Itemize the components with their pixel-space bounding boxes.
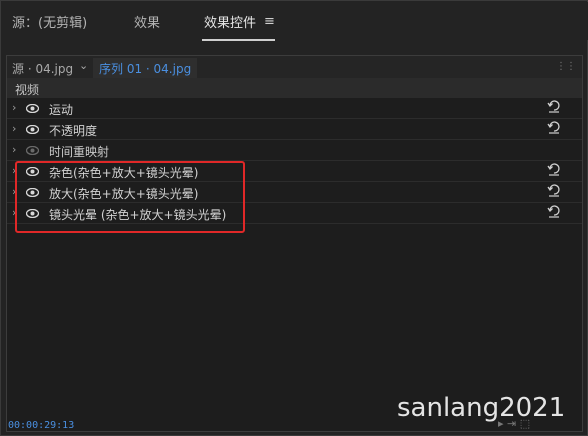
active-tab-indicator: [202, 39, 275, 41]
eye-icon[interactable]: [26, 104, 39, 113]
tab-source[interactable]: 源：(无剪辑): [12, 12, 87, 31]
reset-icon[interactable]: [547, 120, 561, 134]
panel-footer-icons[interactable]: ▸ ⇥ ⬚: [498, 417, 530, 430]
panel-grip-icon[interactable]: ⋮⋮: [556, 61, 576, 72]
video-section-label: 视频: [15, 83, 40, 97]
reset-icon[interactable]: [547, 99, 561, 113]
effect-name: 不透明度: [49, 124, 98, 138]
eye-icon[interactable]: [26, 125, 39, 134]
tab-effect-controls[interactable]: 效果控件: [204, 12, 256, 31]
expand-arrow-icon[interactable]: ›: [12, 143, 16, 156]
effect-name: 运动: [49, 103, 74, 117]
source-clip-label[interactable]: 源 · 04.jpg: [12, 60, 73, 77]
reset-icon[interactable]: [547, 162, 561, 176]
reset-icon[interactable]: [547, 204, 561, 218]
chevron-down-icon[interactable]: ⌄: [79, 59, 88, 72]
eye-icon-disabled: [26, 146, 39, 155]
source-sequence-bar: 源 · 04.jpg ⌄ 序列 01 · 04.jpg ⋮⋮: [7, 56, 582, 78]
red-highlight-annotation: [15, 161, 245, 233]
expand-arrow-icon[interactable]: ›: [12, 122, 16, 135]
effect-row[interactable]: › 时间重映射: [7, 140, 582, 161]
video-section-header: 视频: [7, 78, 582, 98]
tab-effects[interactable]: 效果: [134, 12, 160, 31]
reset-icon[interactable]: [547, 183, 561, 197]
current-timecode[interactable]: 00:00:29:13: [8, 420, 74, 431]
effect-row[interactable]: › 运动: [7, 98, 582, 119]
watermark-text: sanlang2021: [397, 393, 566, 423]
sequence-clip-tab[interactable]: 序列 01 · 04.jpg: [93, 58, 198, 78]
effect-row[interactable]: › 不透明度: [7, 119, 582, 140]
effect-controls-panel: 源 · 04.jpg ⌄ 序列 01 · 04.jpg ⋮⋮ 视频 › 运动 ›…: [6, 55, 583, 432]
effect-controls-window: 源：(无剪辑) 效果 效果控件 ≡ 源 · 04.jpg ⌄ 序列 01 · 0…: [0, 0, 588, 436]
menu-icon[interactable]: ≡: [264, 14, 275, 29]
panel-tab-bar: 源：(无剪辑) 效果 效果控件 ≡: [2, 2, 588, 41]
effect-name: 时间重映射: [49, 145, 110, 159]
expand-arrow-icon[interactable]: ›: [12, 101, 16, 114]
